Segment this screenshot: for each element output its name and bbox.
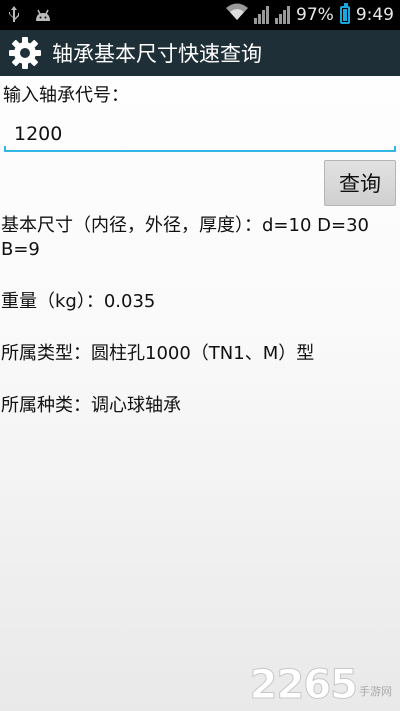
signal-icon-2 xyxy=(275,5,291,24)
input-label: 输入轴承代号： xyxy=(3,85,129,106)
watermark-logo: 2265 手游网 xyxy=(249,662,392,708)
battery-icon xyxy=(339,2,350,24)
query-button[interactable]: 查询 xyxy=(324,160,396,206)
watermark-suffix: 手游网 xyxy=(359,685,392,698)
gear-icon[interactable] xyxy=(8,36,42,70)
input-underline xyxy=(4,146,396,152)
result-category: 所属种类：调心球轴承 xyxy=(1,395,181,416)
watermark-number: 2265 xyxy=(249,662,358,708)
usb-icon xyxy=(8,6,20,28)
battery-percent: 97% xyxy=(296,4,334,25)
result-dimensions: 基本尺寸（内径，外径，厚度）：d=10 D=30 B=9 xyxy=(1,215,381,260)
clock: 9:49 xyxy=(355,4,394,25)
result-weight: 重量（kg）：0.035 xyxy=(1,291,156,312)
app-title: 轴承基本尺寸快速查询 xyxy=(52,42,262,66)
bearing-code-input[interactable] xyxy=(6,114,394,154)
signal-icon-1 xyxy=(254,5,270,24)
result-type: 所属类型：圆柱孔1000（TN1、M）型 xyxy=(1,343,315,364)
wifi-icon xyxy=(226,3,249,26)
android-icon xyxy=(34,8,52,27)
action-bar: 轴承基本尺寸快速查询 xyxy=(0,30,400,76)
status-bar: 97% 9:49 xyxy=(0,0,400,30)
